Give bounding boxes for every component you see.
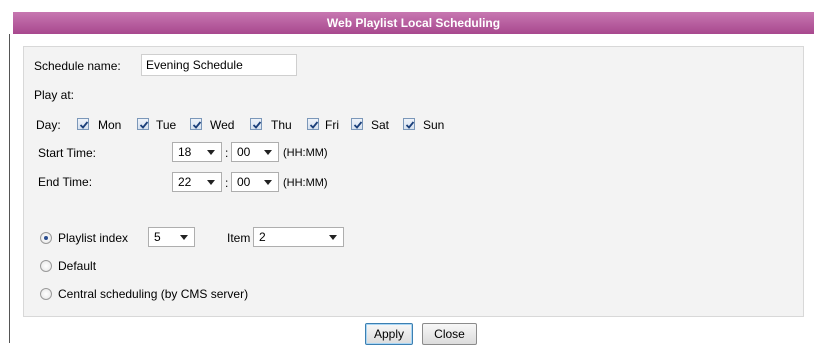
chevron-down-icon [207,150,215,155]
checkbox-sat[interactable] [351,118,363,130]
check-icon [353,121,363,129]
start-hour-value: 18 [178,145,192,159]
check-icon [139,121,149,129]
end-format-hint: (HH:MM) [283,177,328,189]
start-minute-select[interactable]: 00 [231,142,279,162]
day-label-sun: Sun [423,118,445,132]
check-icon [79,121,89,129]
time-colon: : [225,146,229,160]
chevron-down-icon [264,180,272,185]
day-label-tue: Tue [156,118,177,132]
check-icon [192,121,202,129]
item-value: 2 [259,230,266,244]
start-minute-value: 00 [237,145,251,159]
check-icon [252,121,262,129]
chevron-down-icon [180,235,188,240]
schedule-name-label: Schedule name: [34,59,121,73]
chevron-down-icon [329,235,337,240]
checkbox-mon[interactable] [77,118,89,130]
schedule-name-input[interactable] [141,54,297,76]
checkbox-tue[interactable] [137,118,149,130]
day-label: Day: [36,118,61,132]
day-label-wed: Wed [210,118,235,132]
end-time-label: End Time: [38,175,93,189]
window-border [9,34,10,343]
end-minute-select[interactable]: 00 [231,172,279,192]
default-label: Default [58,259,97,273]
checkbox-wed[interactable] [190,118,202,130]
day-label-fri: Fri [325,118,339,132]
day-label-sat: Sat [371,118,390,132]
playlist-index-value: 5 [154,230,161,244]
playlist-index-label: Playlist index [58,231,129,245]
close-button[interactable]: Close [422,323,477,345]
end-minute-value: 00 [237,175,251,189]
play-at-label: Play at: [34,88,75,102]
check-icon [309,121,319,129]
central-scheduling-label: Central scheduling (by CMS server) [58,287,249,301]
radio-default[interactable] [40,260,52,272]
checkbox-sun[interactable] [403,118,415,130]
start-format-hint: (HH:MM) [283,147,328,159]
checkbox-fri[interactable] [307,118,319,130]
chevron-down-icon [264,150,272,155]
checkbox-thu[interactable] [250,118,262,130]
playlist-index-select[interactable]: 5 [148,227,195,247]
end-hour-select[interactable]: 22 [172,172,222,192]
check-icon [405,121,415,129]
day-label-mon: Mon [98,118,122,132]
apply-button[interactable]: Apply [365,323,413,345]
day-label-thu: Thu [271,118,292,132]
time-colon: : [225,176,229,190]
dialog-title: Web Playlist Local Scheduling [13,12,814,34]
end-hour-value: 22 [178,175,192,189]
radio-playlist-index[interactable] [40,232,52,244]
start-time-label: Start Time: [38,146,97,160]
chevron-down-icon [207,180,215,185]
schedule-form-panel [23,46,804,317]
item-label: Item [227,231,251,245]
start-hour-select[interactable]: 18 [172,142,222,162]
radio-central-scheduling[interactable] [40,288,52,300]
item-select[interactable]: 2 [253,227,344,247]
